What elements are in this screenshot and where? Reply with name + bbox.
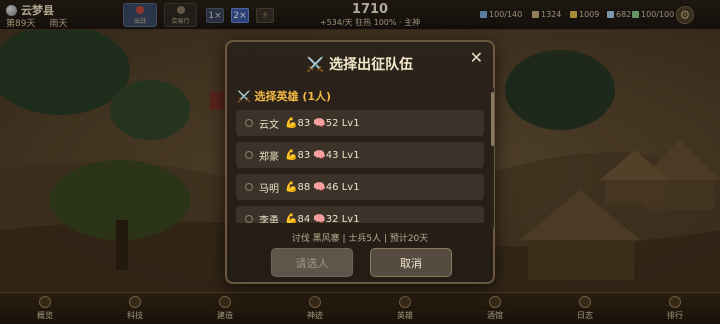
cancel-button[interactable]: 取消: [370, 248, 452, 277]
hero-name: 郑豪: [259, 151, 279, 163]
hero-list-scrollbar[interactable]: [491, 88, 494, 228]
radio-icon[interactable]: [245, 119, 253, 127]
select-hero-button[interactable]: 请选人: [271, 248, 353, 277]
radio-icon[interactable]: [245, 151, 253, 159]
radio-icon[interactable]: [245, 183, 253, 191]
hero-row[interactable]: 郑豪 💪83 🧠43 Lv1: [236, 142, 484, 168]
hero-stats: 💪83 🧠43 Lv1: [285, 149, 360, 161]
close-icon[interactable]: ✕: [470, 48, 483, 67]
hero-stats: 💪83 🧠52 Lv1: [285, 117, 360, 129]
hero-row[interactable]: 李勇 💪84 🧠32 Lv1: [236, 206, 484, 223]
hero-name: 马明: [259, 183, 279, 195]
hero-row[interactable]: 马明 💪88 🧠46 Lv1: [236, 174, 484, 200]
hero-section-title: ⚔️ 选择英雄 (1人): [237, 90, 332, 103]
hero-stats: 💪88 🧠46 Lv1: [285, 181, 360, 193]
hero-row[interactable]: 云文 💪83 🧠52 Lv1: [236, 110, 484, 136]
scrollbar-thumb[interactable]: [491, 92, 494, 146]
hero-name: 云文: [259, 119, 279, 131]
hero-list: 云文 💪83 🧠52 Lv1 郑豪 💪83 🧠43 Lv1 马明 💪88 🧠46…: [236, 110, 484, 223]
radio-icon[interactable]: [245, 215, 253, 223]
expedition-summary: 讨伐 黑风寨 | 士兵5人 | 预计20天: [291, 234, 429, 244]
dialog-title: ⚔️ 选择出征队伍: [306, 57, 414, 73]
hero-name: 李勇: [259, 215, 279, 224]
expedition-dialog: ⚔️ 选择出征队伍 ✕ ⚔️ 选择英雄 (1人) 云文 💪83 🧠52 Lv1 …: [225, 40, 495, 284]
hero-stats: 💪84 🧠32 Lv1: [285, 213, 360, 224]
